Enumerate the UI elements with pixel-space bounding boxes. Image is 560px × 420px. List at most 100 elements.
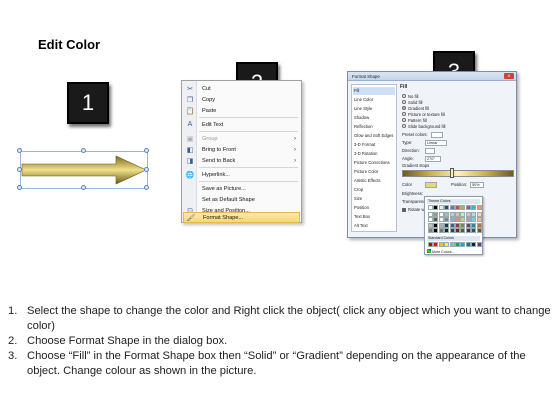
color-swatch[interactable] bbox=[465, 205, 471, 210]
color-swatch[interactable] bbox=[438, 222, 444, 228]
color-swatch[interactable] bbox=[428, 222, 433, 228]
color-swatch[interactable] bbox=[433, 211, 439, 217]
standard-color-swatch[interactable] bbox=[460, 242, 466, 247]
resize-handle[interactable] bbox=[81, 148, 86, 153]
sidebar-item-line-color[interactable]: Line Color bbox=[354, 96, 373, 104]
menu-item-send-to-back[interactable]: ◨ Send to Back › bbox=[183, 155, 300, 166]
color-swatch[interactable] bbox=[476, 222, 482, 228]
menu-item-hyperlink[interactable]: 🌐 Hyperlink... bbox=[183, 169, 300, 180]
standard-color-swatch[interactable] bbox=[455, 242, 460, 247]
menu-item-save-as-picture[interactable]: Save as Picture... bbox=[183, 183, 300, 194]
sidebar-item-size[interactable]: Size bbox=[354, 195, 362, 203]
angle-input[interactable]: 270° bbox=[425, 155, 441, 162]
standard-color-swatch[interactable] bbox=[428, 242, 433, 247]
preset-colors-dropdown[interactable] bbox=[430, 131, 443, 138]
sidebar-item-shadow[interactable]: Shadow bbox=[354, 114, 369, 122]
color-swatch[interactable] bbox=[476, 217, 482, 223]
color-swatch[interactable] bbox=[455, 211, 460, 217]
standard-color-swatch[interactable] bbox=[444, 242, 450, 247]
color-swatch[interactable] bbox=[449, 228, 455, 234]
standard-color-swatch[interactable] bbox=[476, 242, 482, 247]
resize-handle[interactable] bbox=[81, 185, 86, 190]
color-swatch[interactable] bbox=[465, 222, 471, 228]
menu-item-group[interactable]: ▣ Group › bbox=[183, 133, 300, 144]
close-button[interactable]: x bbox=[504, 73, 514, 79]
resize-handle[interactable] bbox=[144, 148, 149, 153]
color-swatch[interactable] bbox=[471, 211, 477, 217]
color-swatch[interactable] bbox=[444, 211, 450, 217]
position-input[interactable]: 50% bbox=[470, 181, 485, 188]
color-swatch[interactable] bbox=[428, 211, 433, 217]
color-swatch[interactable] bbox=[465, 211, 471, 217]
color-swatch[interactable] bbox=[438, 217, 444, 223]
resize-handle[interactable] bbox=[144, 185, 149, 190]
radio-slide-background-fill[interactable]: Slide background fill bbox=[402, 123, 445, 129]
color-swatch[interactable] bbox=[433, 222, 439, 228]
resize-handle[interactable] bbox=[17, 185, 22, 190]
color-swatch[interactable] bbox=[433, 205, 439, 210]
color-swatch[interactable] bbox=[438, 211, 444, 217]
gradient-stop-handle[interactable] bbox=[450, 168, 454, 178]
menu-item-edit-text[interactable]: A Edit Text bbox=[183, 119, 300, 130]
color-swatch[interactable] bbox=[455, 228, 460, 234]
color-swatch[interactable] bbox=[476, 228, 482, 234]
standard-color-swatch[interactable] bbox=[449, 242, 455, 247]
color-swatch[interactable] bbox=[471, 217, 477, 223]
resize-handle[interactable] bbox=[17, 167, 22, 172]
color-swatch[interactable] bbox=[428, 205, 433, 210]
standard-color-swatch[interactable] bbox=[433, 242, 439, 247]
color-swatch[interactable] bbox=[455, 222, 460, 228]
color-swatch[interactable] bbox=[444, 217, 450, 223]
color-swatch[interactable] bbox=[428, 228, 433, 234]
sidebar-item-reflection[interactable]: Reflection bbox=[354, 123, 373, 131]
sidebar-item-picture-corrections[interactable]: Picture Corrections bbox=[354, 159, 390, 167]
color-swatch[interactable] bbox=[465, 228, 471, 234]
color-swatch[interactable] bbox=[449, 211, 455, 217]
color-swatch[interactable] bbox=[449, 205, 455, 210]
sidebar-item-glow[interactable]: Glow and Soft Edges bbox=[354, 132, 393, 140]
color-swatch[interactable] bbox=[460, 217, 466, 223]
color-swatch[interactable] bbox=[449, 222, 455, 228]
color-swatch[interactable] bbox=[471, 222, 477, 228]
sidebar-item-3d-rotation[interactable]: 3-D Rotation bbox=[354, 150, 378, 158]
color-swatch[interactable] bbox=[428, 217, 433, 223]
menu-item-set-default-shape[interactable]: Set as Default Shape bbox=[183, 194, 300, 205]
color-picker-button[interactable] bbox=[425, 181, 437, 188]
selected-arrow-shape[interactable] bbox=[17, 148, 149, 190]
color-swatch[interactable] bbox=[455, 205, 460, 210]
resize-handle[interactable] bbox=[144, 167, 149, 172]
menu-item-bring-to-front[interactable]: ◧ Bring to Front › bbox=[183, 144, 300, 155]
standard-color-swatch[interactable] bbox=[465, 242, 471, 247]
color-swatch[interactable] bbox=[476, 211, 482, 217]
menu-item-cut[interactable]: ✂ Cut bbox=[183, 83, 300, 94]
sidebar-item-3d-format[interactable]: 3-D Format bbox=[354, 141, 375, 149]
color-swatch[interactable] bbox=[460, 205, 466, 210]
color-swatch[interactable] bbox=[444, 222, 450, 228]
gradient-stops-bar[interactable] bbox=[402, 170, 514, 177]
color-swatch[interactable] bbox=[438, 228, 444, 234]
standard-color-swatch[interactable] bbox=[471, 242, 477, 247]
color-swatch[interactable] bbox=[433, 228, 439, 234]
color-swatch[interactable] bbox=[460, 211, 466, 217]
type-select[interactable]: Linear bbox=[425, 139, 447, 146]
color-swatch[interactable] bbox=[460, 228, 466, 234]
sidebar-item-line-style[interactable]: Line Style bbox=[354, 105, 372, 113]
color-swatch[interactable] bbox=[438, 205, 444, 210]
menu-item-paste[interactable]: 📋 Paste bbox=[183, 105, 300, 116]
color-swatch[interactable] bbox=[444, 228, 450, 234]
more-colors-link[interactable]: More Colors... bbox=[427, 249, 455, 254]
sidebar-item-crop[interactable]: Crop bbox=[354, 186, 363, 194]
sidebar-item-alt-text[interactable]: Alt Text bbox=[354, 222, 368, 230]
sidebar-item-text-box[interactable]: Text Box bbox=[354, 213, 370, 221]
color-swatch[interactable] bbox=[471, 228, 477, 234]
menu-item-format-shape[interactable]: 🖌 Format Shape... bbox=[183, 212, 300, 223]
standard-color-swatch[interactable] bbox=[438, 242, 444, 247]
color-swatch[interactable] bbox=[433, 217, 439, 223]
color-swatch[interactable] bbox=[471, 205, 477, 210]
menu-item-copy[interactable]: ❐ Copy bbox=[183, 94, 300, 105]
color-swatch[interactable] bbox=[460, 222, 466, 228]
sidebar-item-fill[interactable]: Fill bbox=[353, 87, 395, 95]
resize-handle[interactable] bbox=[17, 148, 22, 153]
sidebar-item-picture-color[interactable]: Picture Color bbox=[354, 168, 378, 176]
color-swatch[interactable] bbox=[465, 217, 471, 223]
